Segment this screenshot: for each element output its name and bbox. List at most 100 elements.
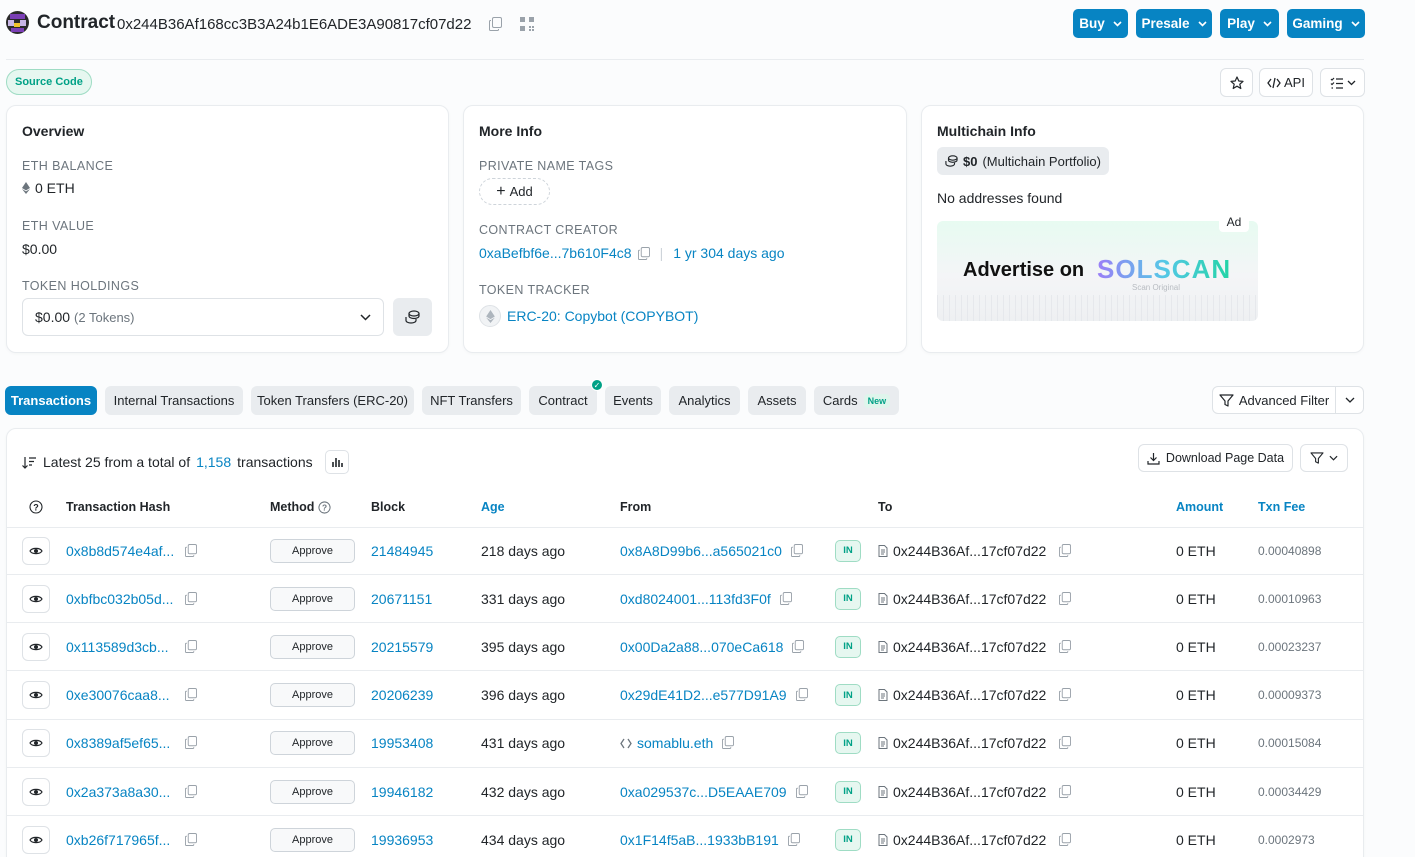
from-address-link[interactable]: 0x8A8D99b6...a565021c0 bbox=[620, 543, 782, 559]
col-amount[interactable]: Amount bbox=[1176, 500, 1223, 514]
tx-preview-button[interactable] bbox=[22, 729, 50, 758]
copy-icon[interactable] bbox=[1059, 639, 1072, 654]
tx-preview-button[interactable] bbox=[22, 632, 50, 661]
advanced-filter-dropdown[interactable] bbox=[1336, 397, 1363, 403]
copy-icon[interactable] bbox=[1059, 591, 1072, 606]
copy-icon[interactable] bbox=[779, 591, 792, 606]
tab-assets[interactable]: Assets bbox=[748, 386, 806, 415]
presale-menu-button[interactable]: Presale bbox=[1136, 9, 1212, 38]
creation-tx-link[interactable]: 1 yr 304 days ago bbox=[673, 245, 784, 261]
copy-icon[interactable] bbox=[795, 688, 808, 702]
tx-hash-link[interactable]: 0x113589d3cb... bbox=[66, 639, 169, 655]
block-link[interactable]: 21484945 bbox=[371, 543, 433, 559]
tab-events[interactable]: Events bbox=[605, 386, 661, 415]
copy-icon[interactable] bbox=[1059, 736, 1072, 750]
help-icon[interactable]: ? bbox=[29, 500, 43, 514]
tab-nft-transfers[interactable]: NFT Transfers bbox=[422, 386, 521, 415]
multichain-portfolio-button[interactable]: $0 (Multichain Portfolio) bbox=[937, 147, 1109, 175]
token-holdings-dropdown[interactable]: $0.00 (2 Tokens) bbox=[22, 298, 384, 336]
tx-preview-button[interactable] bbox=[22, 584, 50, 613]
block-link[interactable]: 19946182 bbox=[371, 784, 433, 800]
copy-icon[interactable] bbox=[185, 688, 197, 702]
help-icon[interactable]: ? bbox=[318, 500, 332, 514]
advanced-filter-button[interactable]: Advanced Filter bbox=[1212, 386, 1364, 414]
copy-icon[interactable] bbox=[185, 832, 197, 847]
tx-preview-button[interactable] bbox=[22, 681, 50, 710]
tx-preview-button[interactable] bbox=[22, 777, 50, 806]
block-link[interactable]: 19936953 bbox=[371, 832, 433, 848]
api-button[interactable]: API bbox=[1259, 68, 1313, 97]
copy-icon[interactable] bbox=[185, 543, 197, 558]
chevron-down-icon bbox=[1329, 455, 1338, 461]
copy-icon[interactable] bbox=[185, 639, 197, 654]
solscan-advertisement[interactable]: Advertise on SOLSCAN Scan Original bbox=[937, 221, 1258, 321]
from-address-link[interactable]: 0x29dE41D2...e577D91A9 bbox=[620, 687, 787, 703]
block-link[interactable]: 20215579 bbox=[371, 639, 433, 655]
gaming-menu-button[interactable]: Gaming bbox=[1287, 9, 1365, 38]
copy-icon[interactable] bbox=[185, 784, 197, 799]
copy-icon[interactable] bbox=[185, 736, 197, 750]
block-link[interactable]: 20206239 bbox=[371, 687, 433, 703]
qr-code-icon[interactable] bbox=[519, 17, 535, 33]
copy-icon[interactable] bbox=[787, 832, 800, 847]
column-filter-button[interactable] bbox=[1300, 444, 1348, 472]
tx-hash-link[interactable]: 0x8b8d574e4af... bbox=[66, 543, 174, 559]
tab-internal-transactions[interactable]: Internal Transactions bbox=[105, 386, 243, 415]
from-address-link[interactable]: 0xa029537c...D5EAAE709 bbox=[620, 784, 787, 800]
tx-preview-button[interactable] bbox=[22, 825, 50, 854]
token-portfolio-button[interactable] bbox=[393, 298, 432, 336]
from-address-link[interactable]: 0xd8024001...113fd3F0f bbox=[620, 591, 771, 607]
download-page-data-button[interactable]: Download Page Data bbox=[1138, 444, 1293, 472]
tx-preview-button[interactable] bbox=[22, 536, 50, 565]
play-menu-button[interactable]: Play bbox=[1220, 9, 1279, 38]
source-code-badge[interactable]: Source Code bbox=[6, 69, 92, 95]
from-address: 0x1F14f5aB...1933bB191 bbox=[620, 832, 800, 848]
copy-icon[interactable] bbox=[185, 591, 197, 606]
chart-view-button[interactable] bbox=[324, 450, 349, 474]
from-address-link[interactable]: 0x1F14f5aB...1933bB191 bbox=[620, 832, 779, 848]
copy-icon[interactable] bbox=[1059, 784, 1072, 799]
tx-hash-link[interactable]: 0xb26f717965f... bbox=[66, 832, 170, 848]
chevron-down-icon bbox=[360, 313, 371, 321]
table-row: 0xb26f717965f... Approve 19936953 434 days … bbox=[6, 816, 1364, 857]
tab-cards[interactable]: Cards New bbox=[814, 386, 899, 415]
from-address: 0x00Da2a88...070eCa618 bbox=[620, 639, 805, 655]
tab-transactions[interactable]: Transactions bbox=[5, 386, 97, 415]
from-address-link[interactable]: 0x00Da2a88...070eCa618 bbox=[620, 639, 783, 655]
copy-icon[interactable] bbox=[792, 639, 805, 654]
creator-address-link[interactable]: 0xaBefbf6e...7b610F4c8 bbox=[479, 245, 632, 261]
col-age[interactable]: Age bbox=[481, 500, 505, 514]
copy-icon[interactable] bbox=[795, 784, 808, 799]
favorite-button[interactable] bbox=[1220, 68, 1253, 97]
copy-icon[interactable] bbox=[637, 246, 650, 260]
multichain-title: Multichain Info bbox=[937, 123, 1036, 139]
advanced-filter-main[interactable]: Advanced Filter bbox=[1213, 387, 1336, 413]
add-name-tag-button[interactable]: + Add bbox=[479, 178, 550, 205]
tab-contract[interactable]: Contract bbox=[529, 386, 597, 415]
eye-icon bbox=[29, 735, 43, 751]
copy-icon[interactable] bbox=[1059, 543, 1072, 558]
tx-hash-link[interactable]: 0xbfbc032b05d... bbox=[66, 591, 173, 607]
tab-analytics[interactable]: Analytics bbox=[669, 386, 740, 415]
tx-hash-link[interactable]: 0xe30076caa8... bbox=[66, 687, 170, 703]
block-link[interactable]: 19953408 bbox=[371, 735, 433, 751]
col-txn-fee[interactable]: Txn Fee bbox=[1258, 500, 1305, 514]
buy-menu-button[interactable]: Buy bbox=[1073, 9, 1128, 38]
tab-token-transfers[interactable]: Token Transfers (ERC-20) bbox=[251, 386, 414, 415]
to-address-text: 0x244B36Af...17cf07d22 bbox=[893, 590, 1047, 607]
token-tracker-link[interactable]: ERC-20: Copybot (COPYBOT) bbox=[507, 308, 698, 324]
add-label: Add bbox=[509, 184, 533, 199]
total-transactions-link[interactable]: 1,158 bbox=[196, 454, 231, 470]
copy-address-icon[interactable] bbox=[487, 17, 503, 33]
eye-icon bbox=[29, 784, 43, 800]
ens-icon bbox=[620, 738, 632, 749]
more-options-button[interactable] bbox=[1320, 68, 1365, 97]
tx-hash-link[interactable]: 0x8389af5ef65... bbox=[66, 735, 170, 751]
tx-hash-link[interactable]: 0x2a373a8a30... bbox=[66, 784, 170, 800]
copy-icon[interactable] bbox=[1059, 688, 1072, 702]
copy-icon[interactable] bbox=[1059, 832, 1072, 847]
copy-icon[interactable] bbox=[790, 543, 803, 558]
copy-icon[interactable] bbox=[722, 736, 735, 750]
from-address-link[interactable]: somablu.eth bbox=[637, 735, 713, 751]
block-link[interactable]: 20671151 bbox=[371, 591, 432, 607]
